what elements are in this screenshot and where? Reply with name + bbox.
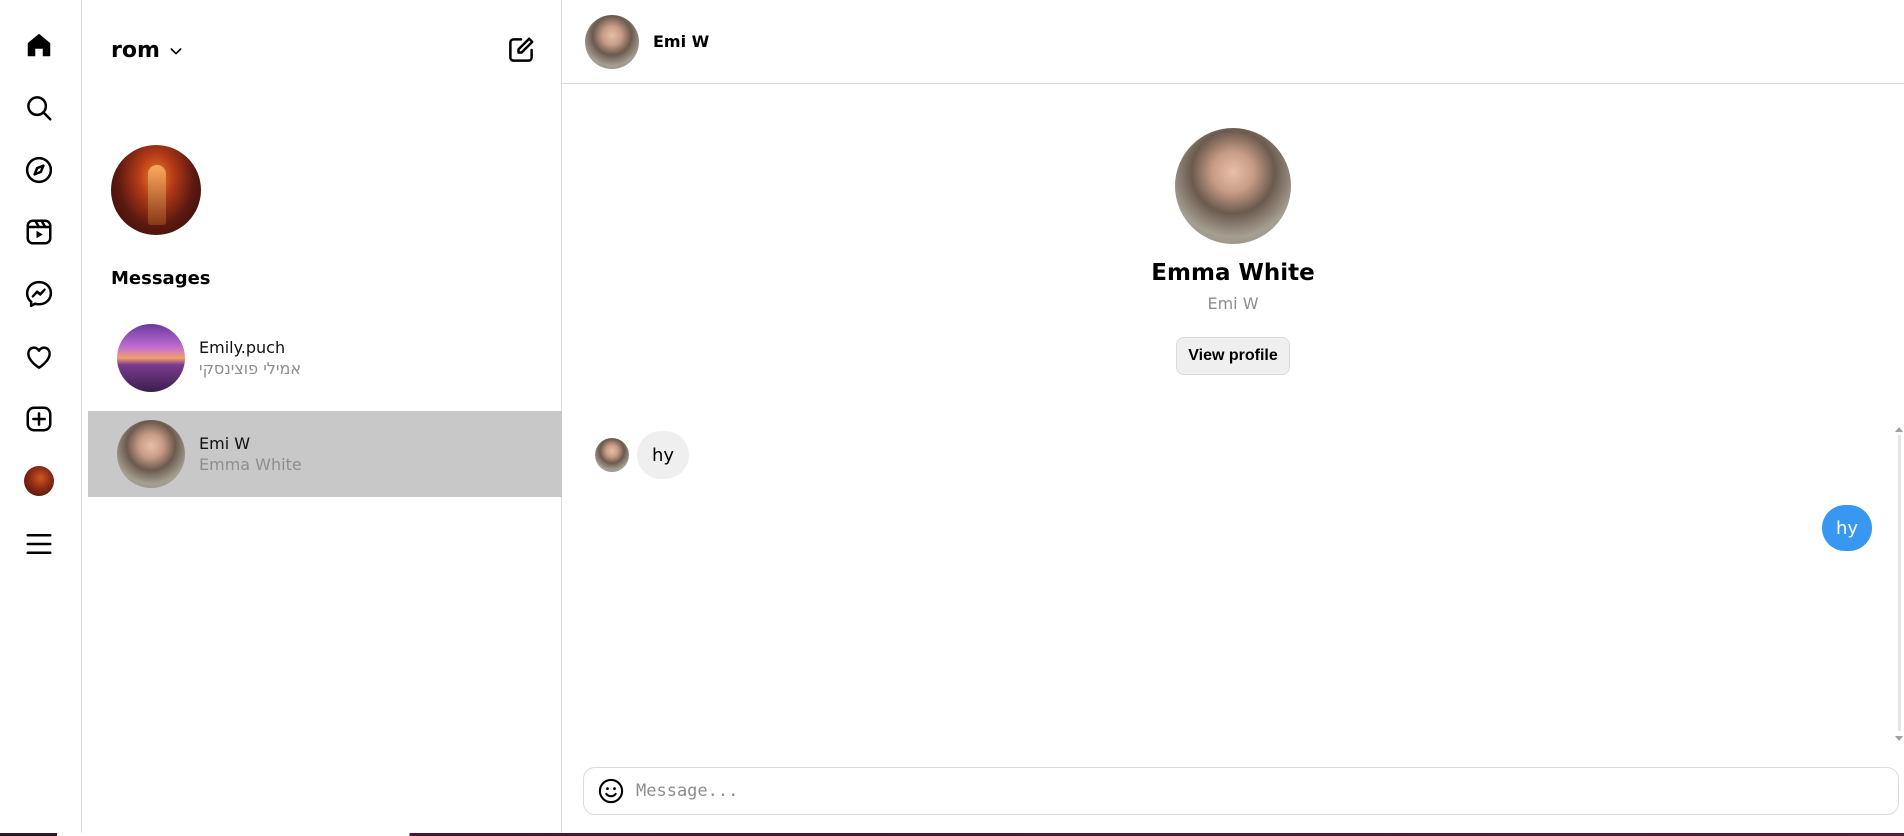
- message-input[interactable]: [636, 771, 1898, 811]
- profile-fullname: Emma White: [1151, 260, 1315, 286]
- nav-explore-button[interactable]: [19, 150, 59, 190]
- chat-scrollbar[interactable]: [1892, 423, 1904, 745]
- nav-search-button[interactable]: [19, 88, 59, 128]
- home-icon: [27, 33, 51, 57]
- messenger-icon: [25, 280, 53, 308]
- chat-profile-card: Emma White Emi W View profile: [562, 128, 1904, 375]
- chat-header: Emi W: [562, 0, 1904, 84]
- profile-username: Emi W: [1207, 294, 1259, 313]
- messages-heading: Messages: [111, 268, 211, 289]
- nav-create-button[interactable]: [19, 399, 59, 439]
- search-icon: [27, 96, 52, 121]
- message-bubble-outgoing[interactable]: hy: [1821, 505, 1872, 551]
- compose-icon: [509, 37, 534, 62]
- scroll-up-icon[interactable]: [1895, 427, 1903, 432]
- nav-reels-button[interactable]: [19, 212, 59, 252]
- nav-more-button[interactable]: [19, 524, 59, 564]
- account-name: rom: [111, 38, 160, 63]
- view-profile-button[interactable]: View profile: [1176, 337, 1290, 375]
- conversation-fullname: אמילי פוצינסקי: [199, 359, 302, 378]
- scroll-down-icon[interactable]: [1895, 736, 1903, 741]
- nav-rail: [0, 0, 82, 836]
- my-note-avatar[interactable]: [111, 145, 201, 235]
- avatar: [117, 324, 185, 392]
- conversation-panel: rom Messages Emily.puch אמילי פוצינסקי E…: [82, 0, 568, 836]
- conversation-fullname: Emma White: [199, 455, 302, 474]
- plus-square-icon: [26, 406, 52, 432]
- avatar: [595, 438, 629, 472]
- emoji-icon: [598, 778, 624, 804]
- account-switcher[interactable]: rom: [111, 38, 184, 63]
- conversation-item-active[interactable]: Emi W Emma White: [88, 411, 568, 497]
- new-message-button[interactable]: [504, 33, 538, 67]
- nav-notifications-button[interactable]: [19, 337, 59, 377]
- avatar[interactable]: [585, 14, 639, 69]
- message-incoming: hy: [595, 431, 690, 479]
- menu-icon: [26, 534, 52, 554]
- heart-icon: [27, 346, 51, 369]
- nav-home-button[interactable]: [19, 25, 59, 65]
- compass-icon: [25, 156, 53, 184]
- chat-header-name[interactable]: Emi W: [653, 32, 709, 51]
- conversation-item[interactable]: Emily.puch אמילי פוצינסקי: [88, 315, 568, 401]
- conversation-username: Emily.puch: [199, 338, 286, 357]
- nav-profile-button[interactable]: [19, 461, 59, 501]
- chevron-down-icon: [170, 47, 182, 54]
- message-composer: [583, 767, 1899, 815]
- message-bubble-incoming[interactable]: hy: [637, 431, 690, 479]
- nav-messages-button[interactable]: [19, 274, 59, 314]
- emoji-button[interactable]: [596, 776, 626, 806]
- avatar: [117, 420, 185, 488]
- reels-icon: [26, 219, 52, 245]
- avatar: [24, 466, 54, 496]
- chat-pane: Emi W Emma White Emi W View profile hy h…: [562, 0, 1904, 836]
- avatar: [1175, 128, 1291, 244]
- conversation-username: Emi W: [199, 434, 251, 453]
